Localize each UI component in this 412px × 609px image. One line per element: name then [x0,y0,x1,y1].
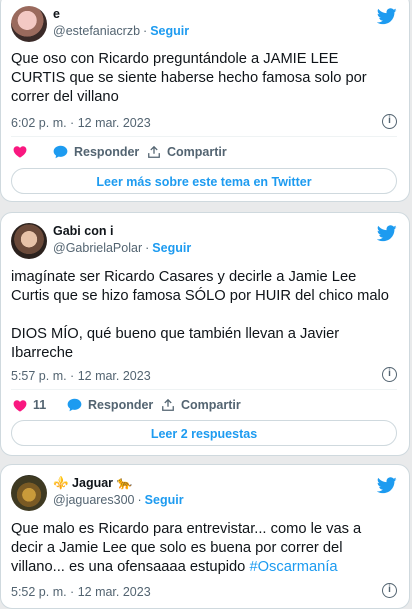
twitter-bird-icon[interactable] [377,225,397,242]
like-count: 11 [33,398,47,412]
share-button[interactable]: Compartir [147,145,227,159]
tweet-feed: e @estefaniacrzb · Seguir Que oso con Rica… [0,0,412,609]
share-label: Compartir [167,145,227,159]
divider [11,389,397,390]
user-handle[interactable]: @jaguares300 [53,493,135,507]
action-bar: 11 Responder Compartir [11,398,397,418]
timestamp[interactable]: 6:02 p. m. · 12 mar. 2023 [11,116,151,130]
avatar[interactable] [11,223,47,259]
tweet-text: Que oso con Ricardo preguntándole a JAMI… [11,51,371,105]
info-icon[interactable]: i [382,114,397,129]
share-label: Compartir [181,398,241,412]
display-name[interactable]: e [53,7,60,21]
follow-button[interactable]: Seguir [152,241,191,255]
handle-row: @estefaniacrzb · Seguir [53,24,190,38]
heart-icon [13,399,27,412]
tweet-card[interactable]: ⚜️ Jaguar 🐆 @jaguares300 · Seguir Que malo… [0,464,410,609]
info-icon[interactable]: i [382,367,397,382]
action-bar: Responder Compartir [11,145,397,165]
like-button[interactable] [13,145,33,158]
like-button[interactable]: 11 [13,398,46,412]
handle-row: @GabrielaPolar · Seguir [53,241,192,255]
display-name[interactable]: ⚜️ Jaguar 🐆 [53,476,132,491]
display-name[interactable]: Gabi con i [53,224,113,238]
twitter-bird-icon[interactable] [377,477,397,494]
follow-button[interactable]: Seguir [150,24,189,38]
tweet-header: e @estefaniacrzb · Seguir [11,6,397,46]
reply-label: Responder [74,145,140,159]
tweet-text: imagínate ser Ricardo Casares y decirle … [11,269,389,361]
info-icon[interactable]: i [382,583,397,598]
avatar[interactable] [11,6,47,42]
avatar[interactable] [11,475,47,511]
reply-button[interactable]: Responder [53,145,139,159]
divider [11,136,397,137]
read-replies-button[interactable]: Leer 2 respuestas [11,420,397,446]
read-more-button[interactable]: Leer más sobre este tema en Twitter [11,168,397,194]
reply-button[interactable]: Responder [67,398,153,412]
handle-row: @jaguares300 · Seguir [53,493,184,507]
tweet-header: Gabi con i @GabrielaPolar · Seguir [11,223,397,263]
share-button[interactable]: Compartir [161,398,241,412]
speech-bubble-icon [67,398,82,412]
speech-bubble-icon [53,145,68,159]
tweet-meta: 6:02 p. m. · 12 mar. 2023 i [11,114,397,130]
hashtag-link[interactable]: #Oscarmanía [249,559,337,575]
follow-button[interactable]: Seguir [145,493,184,507]
reply-label: Responder [88,398,154,412]
share-arrow-icon [148,145,160,158]
twitter-bird-icon[interactable] [377,8,397,25]
timestamp[interactable]: 5:57 p. m. · 12 mar. 2023 [11,369,151,383]
heart-icon [13,146,27,158]
tweet-card[interactable]: Gabi con i @GabrielaPolar · Seguir imagína… [0,212,410,456]
tweet-card[interactable]: e @estefaniacrzb · Seguir Que oso con Rica… [0,0,410,202]
user-handle[interactable]: @estefaniacrzb [53,24,140,38]
user-handle[interactable]: @GabrielaPolar [53,241,142,255]
tweet-header: ⚜️ Jaguar 🐆 @jaguares300 · Seguir [11,475,397,515]
tweet-text: Que malo es Ricardo para entrevistar... … [11,520,395,577]
share-arrow-icon [162,398,174,411]
tweet-meta: 5:57 p. m. · 12 mar. 2023 i [11,367,397,383]
